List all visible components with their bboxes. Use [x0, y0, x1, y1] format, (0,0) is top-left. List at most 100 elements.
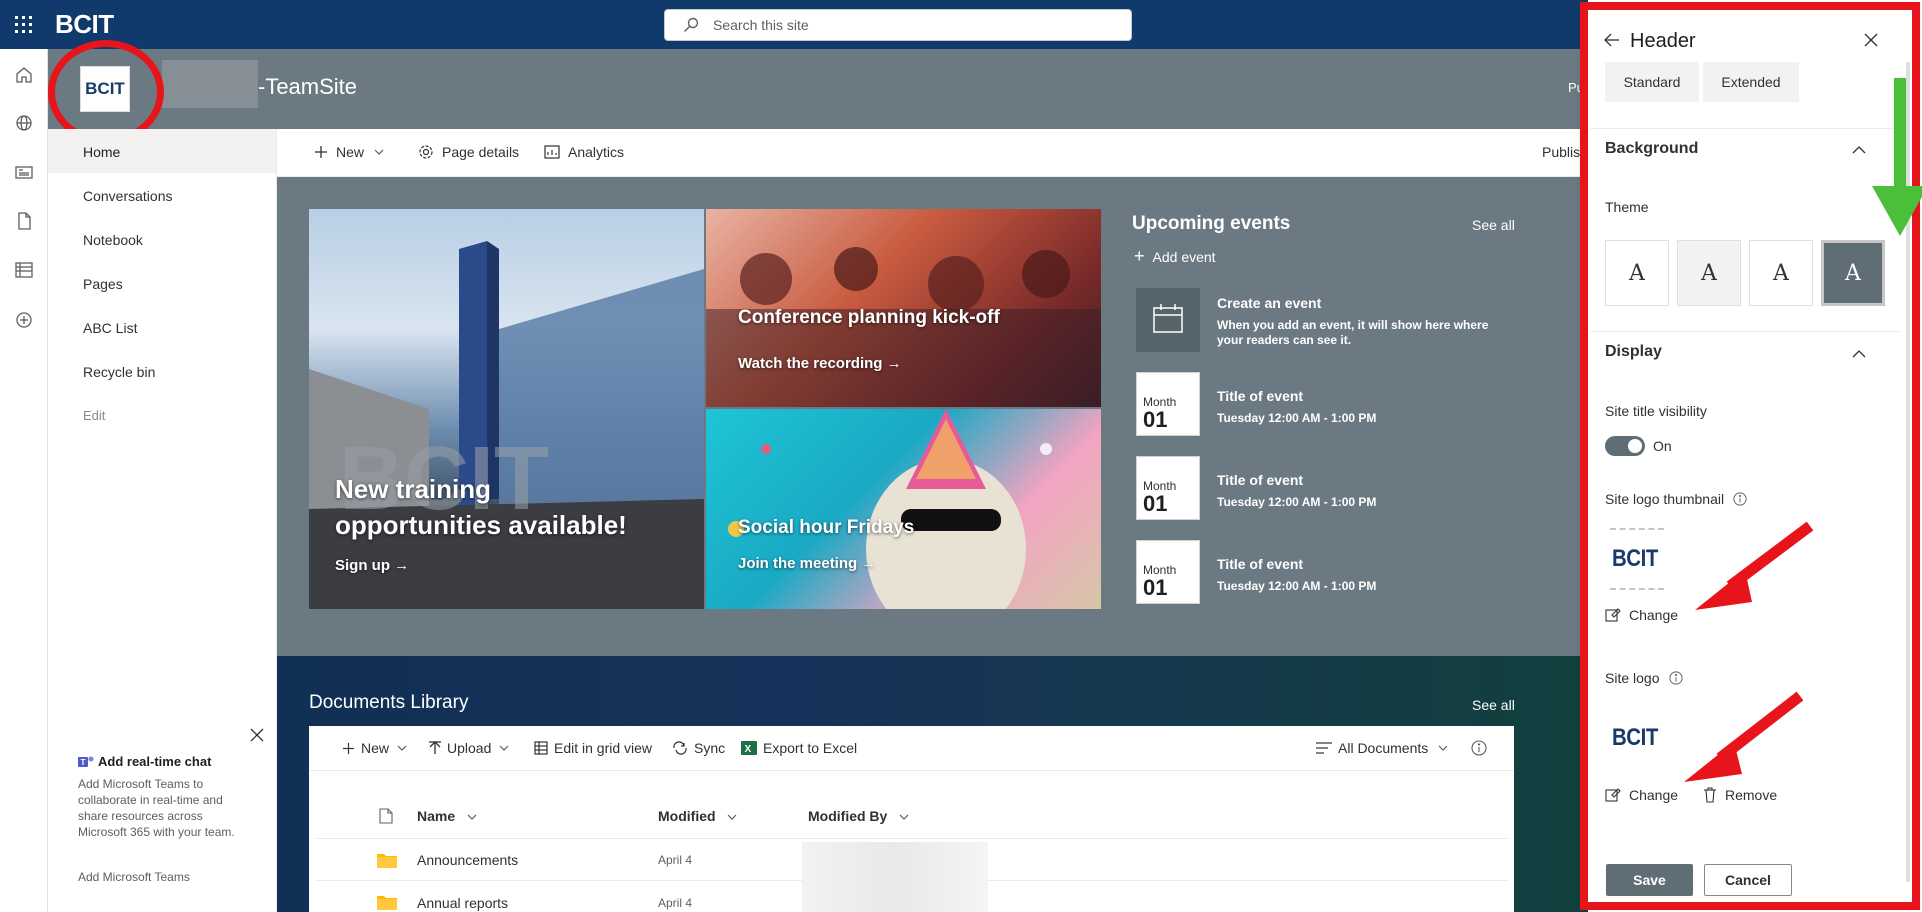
page-details-button[interactable]: Page details: [418, 144, 519, 160]
chat-title: Add real-time chat: [98, 754, 212, 769]
redacted-site-name: [162, 60, 258, 108]
svg-text:T: T: [81, 758, 86, 767]
hero-tile-social[interactable]: Social hour Fridays Join the meeting →: [706, 409, 1101, 609]
analytics-button[interactable]: Analytics: [544, 144, 624, 160]
chat-title-row: T Add real-time chat: [78, 754, 211, 769]
column-modified-label: Modified: [658, 808, 716, 824]
sync-button[interactable]: Sync: [672, 740, 725, 756]
events-title: Upcoming events: [1132, 213, 1291, 234]
upload-button[interactable]: Upload: [429, 740, 515, 756]
news-icon[interactable]: [14, 162, 34, 182]
plus-icon: [314, 145, 336, 159]
nav-edit-link[interactable]: Edit: [83, 408, 105, 423]
export-excel-button[interactable]: X Export to Excel: [741, 740, 857, 756]
calendar-icon: [1136, 288, 1200, 352]
site-title[interactable]: -TeamSite: [258, 74, 357, 100]
annotation-green-arrow: [1870, 76, 1922, 240]
sign-up-link[interactable]: Sign up →: [335, 557, 409, 574]
nav-item-recycle-bin[interactable]: Recycle bin: [83, 364, 155, 380]
nav-item-abc-list[interactable]: ABC List: [83, 320, 137, 336]
analytics-icon: [544, 145, 568, 159]
event-title-3[interactable]: Title of event: [1217, 556, 1303, 572]
documents-see-all-link[interactable]: See all: [1472, 697, 1515, 713]
hero-tile-training[interactable]: BCIT New training opportunities availabl…: [309, 209, 704, 609]
upload-icon: [429, 741, 447, 755]
column-header-name[interactable]: Name: [417, 808, 477, 824]
close-icon[interactable]: [250, 728, 264, 742]
column-header-modified-by[interactable]: Modified By: [808, 808, 909, 824]
doc-new-button[interactable]: New: [342, 740, 413, 756]
event-title-2[interactable]: Title of event: [1217, 472, 1303, 488]
chevron-down-icon: [727, 814, 737, 821]
file-type-icon: [379, 808, 393, 824]
nav-item-notebook[interactable]: Notebook: [83, 232, 143, 248]
globe-icon[interactable]: [14, 113, 34, 133]
nav-item-home[interactable]: Home: [83, 144, 120, 160]
hero-training-title-2: opportunities available!: [335, 510, 627, 540]
column-header-modified[interactable]: Modified: [658, 808, 737, 824]
add-teams-link[interactable]: Add Microsoft Teams: [78, 870, 190, 884]
chevron-down-icon: [499, 745, 515, 751]
home-icon[interactable]: [14, 65, 34, 85]
table-row-name[interactable]: Announcements: [417, 852, 518, 868]
event-date-3: Month 01: [1136, 540, 1200, 604]
nav-item-conversations[interactable]: Conversations: [83, 188, 173, 204]
chevron-down-icon: [1438, 745, 1454, 751]
create-event-title[interactable]: Create an event: [1217, 295, 1321, 311]
column-modified-by-label: Modified By: [808, 808, 888, 824]
plus-icon: [342, 742, 361, 755]
upload-label: Upload: [447, 740, 492, 756]
hero-conference-title: Conference planning kick-off: [738, 307, 1000, 328]
nav-item-pages[interactable]: Pages: [83, 276, 123, 292]
event-title-1[interactable]: Title of event: [1217, 388, 1303, 404]
grid-icon: [534, 741, 554, 755]
event-day: 01: [1143, 407, 1168, 432]
hero-tile-conference[interactable]: Conference planning kick-off Watch the r…: [706, 209, 1101, 407]
search-box[interactable]: Search this site: [664, 9, 1132, 41]
event-date-1: Month 01: [1136, 372, 1200, 436]
analytics-label: Analytics: [568, 144, 625, 160]
excel-icon: X: [741, 740, 763, 756]
events-see-all-link[interactable]: See all: [1472, 217, 1515, 233]
arrow-right-icon: →: [886, 355, 902, 372]
hero-social-title: Social hour Fridays: [738, 517, 915, 538]
view-selector[interactable]: All Documents: [1316, 740, 1454, 756]
table-row-name[interactable]: Annual reports: [417, 895, 508, 911]
list-icon[interactable]: [14, 260, 34, 280]
app-launcher-icon[interactable]: [14, 15, 34, 35]
chevron-down-icon: [467, 814, 477, 821]
watch-recording-link[interactable]: Watch the recording →: [738, 355, 902, 372]
publish-button[interactable]: Publis: [1542, 144, 1580, 160]
search-icon: [683, 17, 699, 33]
documents-title: Documents Library: [309, 692, 469, 713]
add-event-button[interactable]: + Add event: [1134, 246, 1216, 267]
add-event-label: Add event: [1152, 248, 1216, 265]
file-icon[interactable]: [14, 211, 34, 231]
event-time-2: Tuesday 12:00 AM - 1:00 PM: [1217, 495, 1377, 509]
edit-grid-button[interactable]: Edit in grid view: [534, 740, 652, 756]
chevron-down-icon: [397, 745, 413, 751]
llama-image: [728, 409, 1052, 609]
plus-icon: +: [1134, 246, 1145, 266]
brand-logo[interactable]: BCIT: [55, 9, 114, 40]
arrow-right-icon: →: [861, 555, 877, 572]
join-meeting-link[interactable]: Join the meeting →: [738, 555, 876, 572]
building-image: BCIT: [309, 241, 704, 609]
view-label: All Documents: [1338, 740, 1429, 756]
event-day: 01: [1143, 575, 1168, 600]
chevron-down-icon: [899, 814, 909, 821]
chat-description: Add Microsoft Teams to collaborate in re…: [78, 777, 235, 839]
svg-text:X: X: [745, 744, 752, 755]
add-circle-icon[interactable]: [14, 310, 34, 330]
info-icon[interactable]: [1471, 740, 1493, 756]
edit-grid-label: Edit in grid view: [554, 740, 653, 756]
annotation-red-arrow: [1690, 520, 1820, 614]
doc-new-label: New: [361, 740, 390, 756]
event-date-2: Month 01: [1136, 456, 1200, 520]
event-time-3: Tuesday 12:00 AM - 1:00 PM: [1217, 579, 1377, 593]
new-button[interactable]: New: [314, 144, 392, 160]
column-name-label: Name: [417, 808, 456, 824]
teams-icon: T: [78, 755, 94, 769]
join-meeting-label: Join the meeting: [738, 555, 858, 572]
folder-icon: [377, 894, 397, 910]
